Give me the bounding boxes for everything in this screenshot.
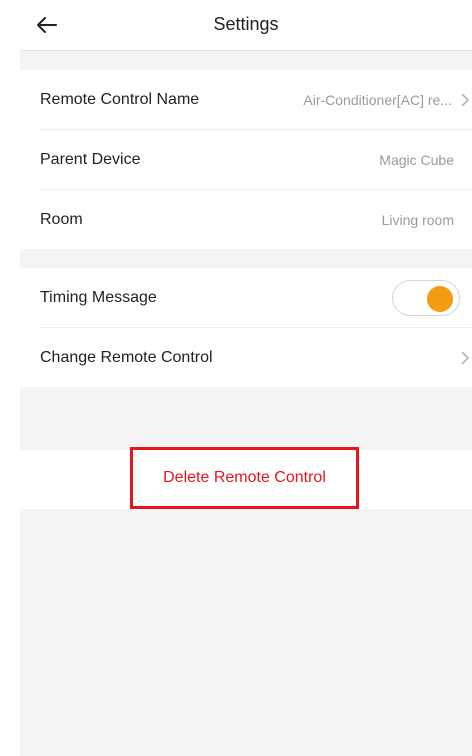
remote-control-name-label: Remote Control Name xyxy=(40,90,200,108)
room-label: Room xyxy=(40,210,83,228)
chevron-right-icon xyxy=(461,350,470,365)
top-bar: Settings xyxy=(20,0,472,51)
delete-section: Delete Remote Control xyxy=(20,447,472,509)
device-info-group: Remote Control Name Air-Conditioner[AC] … xyxy=(20,70,472,249)
remote-control-name-row[interactable]: Remote Control Name Air-Conditioner[AC] … xyxy=(40,70,472,130)
parent-device-row: Parent Device Magic Cube xyxy=(40,130,472,190)
chevron-right-icon xyxy=(461,92,470,107)
parent-device-label: Parent Device xyxy=(40,150,141,168)
options-group: Timing Message Change Remote Control xyxy=(20,268,472,387)
change-remote-control-label: Change Remote Control xyxy=(40,348,213,366)
timing-message-toggle[interactable] xyxy=(392,279,460,316)
remote-control-name-value: Air-Conditioner[AC] re... xyxy=(303,91,452,108)
timing-message-row: Timing Message xyxy=(40,268,472,328)
room-value: Living room xyxy=(381,211,454,228)
page-title: Settings xyxy=(213,14,279,34)
change-remote-control-row[interactable]: Change Remote Control xyxy=(40,328,472,387)
timing-message-label: Timing Message xyxy=(40,288,157,306)
delete-remote-control-button[interactable]: Delete Remote Control xyxy=(130,447,359,509)
settings-screen: Settings Remote Control Name Air-Conditi… xyxy=(20,0,472,756)
room-row: Room Living room xyxy=(40,190,472,249)
toggle-knob xyxy=(427,285,453,312)
parent-device-value: Magic Cube xyxy=(379,151,454,168)
